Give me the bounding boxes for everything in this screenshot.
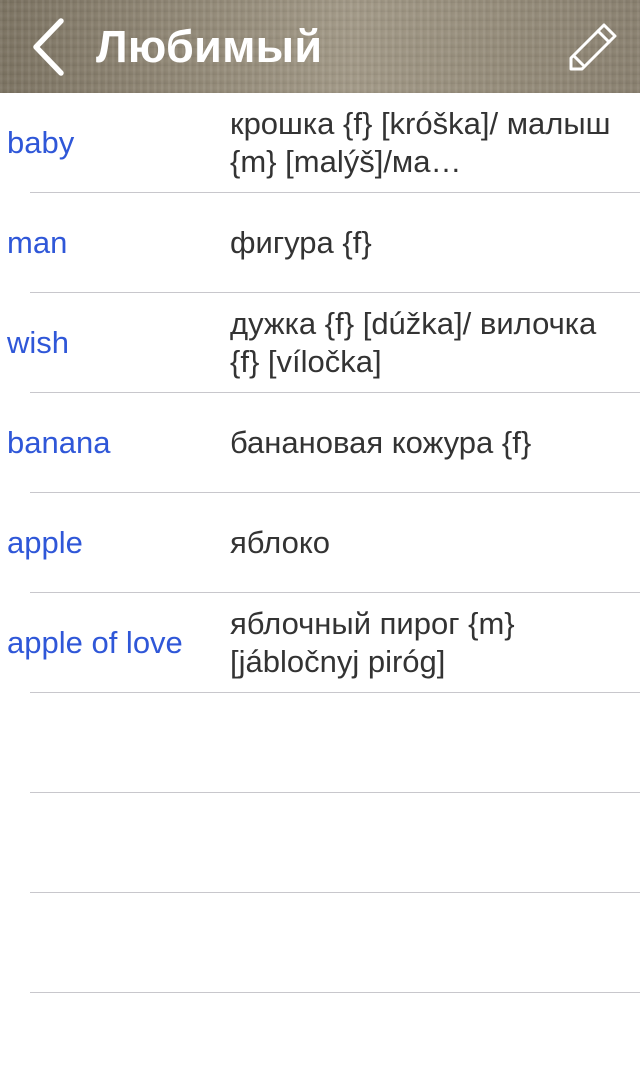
list-item[interactable]: apple of love яблочный пирог {m} [jábloč…: [0, 593, 640, 693]
translation-text: яблоко: [230, 493, 620, 593]
term-label: wish: [7, 325, 70, 360]
empty-row: [0, 793, 640, 893]
translation-label: яблоко: [230, 525, 330, 560]
translation-text: яблочный пирог {m} [jábločnyj piróg]: [230, 593, 620, 693]
list-item[interactable]: wish дужка {f} [dúžka]/ вилочка {f} [víl…: [0, 293, 640, 393]
empty-row: [0, 693, 640, 793]
translation-label: фигура {f}: [230, 225, 372, 260]
translation-label: дужка {f} [dúžka]/ вилочка {f} [víločka]: [230, 306, 597, 379]
term-label: banana: [7, 425, 111, 460]
translation-label: банановая кожура {f}: [230, 425, 532, 460]
empty-row: [0, 993, 640, 1065]
pencil-icon: [569, 23, 617, 71]
edit-button[interactable]: [562, 18, 622, 78]
favorites-list: baby крошка {f} [króška]/ малыш {m} [mal…: [0, 93, 640, 1065]
list-item[interactable]: man фигура {f}: [0, 193, 640, 293]
empty-row: [0, 893, 640, 993]
term-label: baby: [7, 125, 75, 160]
translation-text: банановая кожура {f}: [230, 393, 620, 493]
list-item[interactable]: apple яблоко: [0, 493, 640, 593]
favorites-screen: Любимый baby крошка {f} [króška]/ малыш …: [0, 0, 640, 1065]
back-button[interactable]: [22, 14, 74, 80]
translation-label: яблочный пирог {m} [jábločnyj piróg]: [230, 606, 515, 679]
term-label: apple: [7, 525, 83, 560]
translation-text: фигура {f}: [230, 193, 620, 293]
list-item[interactable]: banana банановая кожура {f}: [0, 393, 640, 493]
term-label: apple of love: [7, 625, 183, 660]
translation-label: крошка {f} [króška]/ малыш {m} [malýš]/м…: [230, 106, 611, 179]
translation-text: крошка {f} [króška]/ малыш {m} [malýš]/м…: [230, 93, 620, 193]
term-label: man: [7, 225, 68, 260]
chevron-left-icon: [33, 18, 64, 76]
list-item[interactable]: baby крошка {f} [króška]/ малыш {m} [mal…: [0, 93, 640, 193]
translation-text: дужка {f} [dúžka]/ вилочка {f} [víločka]: [230, 293, 620, 393]
navigation-bar: Любимый: [0, 0, 640, 93]
page-title: Любимый: [96, 21, 323, 72]
